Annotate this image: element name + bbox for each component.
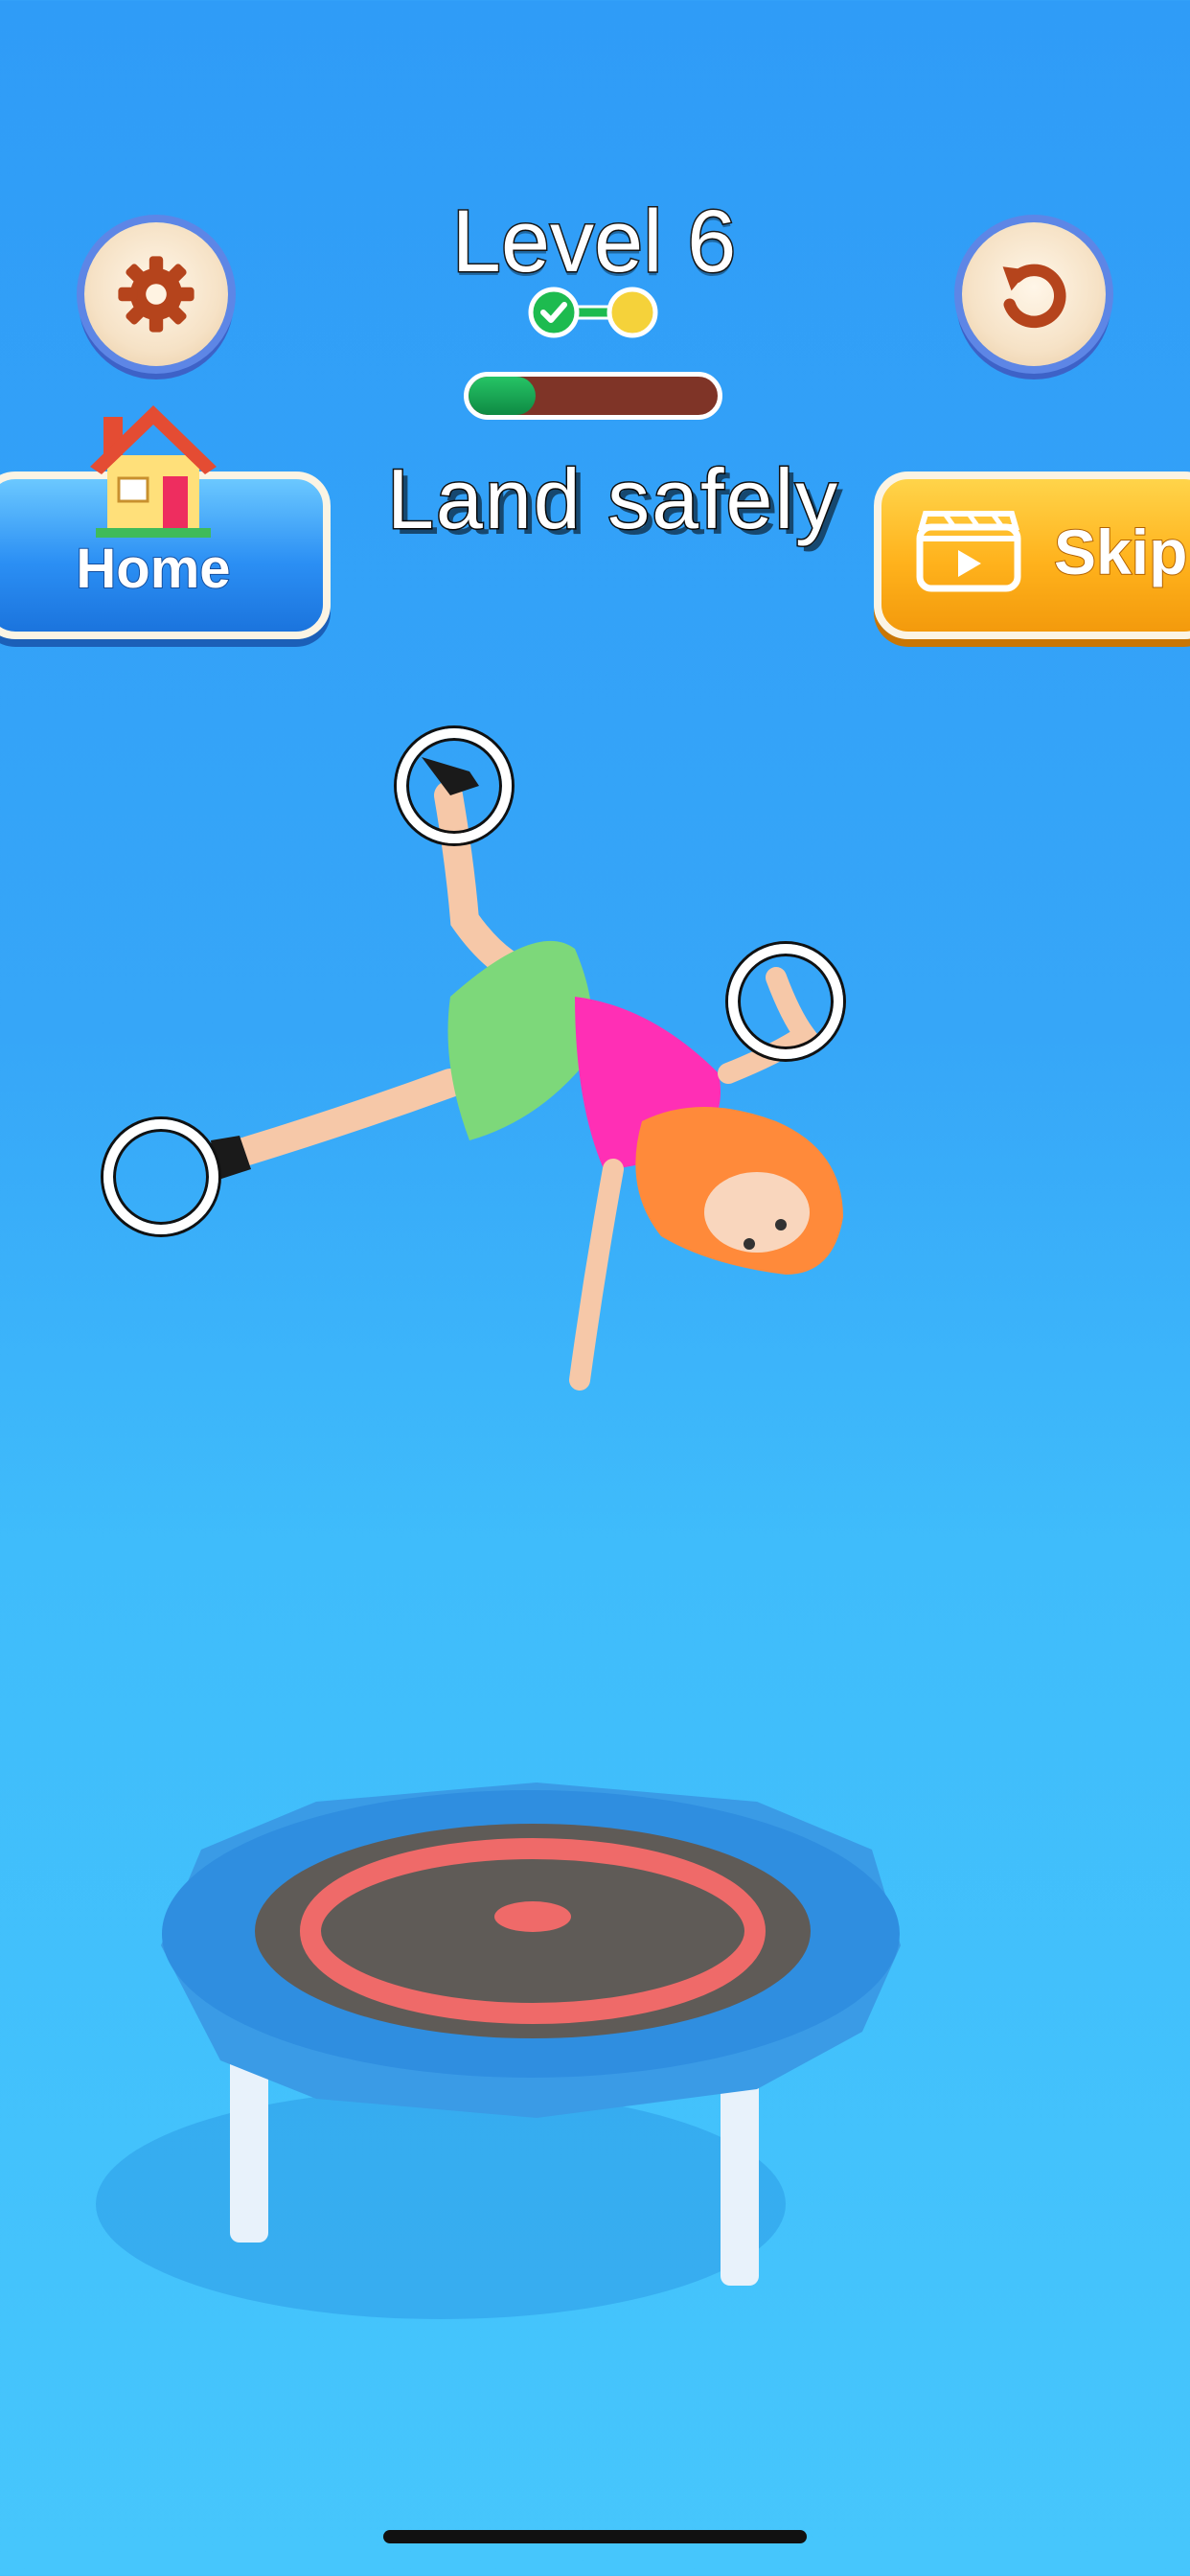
character-arm-down	[569, 1159, 624, 1391]
restart-button[interactable]	[962, 222, 1106, 366]
restart-icon	[1002, 264, 1066, 329]
trampoline-leg-right	[721, 2080, 759, 2286]
house-icon	[90, 405, 217, 538]
character-leg-left	[220, 1069, 465, 1169]
character	[211, 757, 843, 1391]
skip-button-label: Skip	[1053, 516, 1188, 588]
trampoline-leg-left	[230, 2051, 268, 2242]
video-ad-icon	[916, 511, 1021, 592]
trampoline-shadow	[96, 2089, 786, 2319]
character-eye	[775, 1219, 787, 1230]
character-eye	[744, 1238, 755, 1250]
progress-fill	[469, 377, 537, 415]
trampoline-center	[494, 1901, 571, 1932]
home-button-label: Home	[75, 537, 231, 601]
home-indicator-bar	[383, 2530, 807, 2543]
target-ring-foot-left[interactable]	[103, 1119, 218, 1234]
gear-icon	[118, 256, 195, 333]
settings-button[interactable]	[84, 222, 228, 366]
level-progress-bar	[464, 372, 722, 420]
instruction-text: Land safely	[385, 450, 840, 548]
character-skirt	[447, 940, 592, 1140]
stage-dot-current	[606, 287, 658, 338]
level-title: Level 6	[450, 192, 738, 292]
character-face	[704, 1172, 810, 1253]
target-ring-hand-up[interactable]	[728, 944, 843, 1059]
stage-indicator	[528, 287, 658, 338]
target-ring-foot-up[interactable]	[397, 728, 512, 843]
stage-dot-completed	[528, 287, 580, 338]
